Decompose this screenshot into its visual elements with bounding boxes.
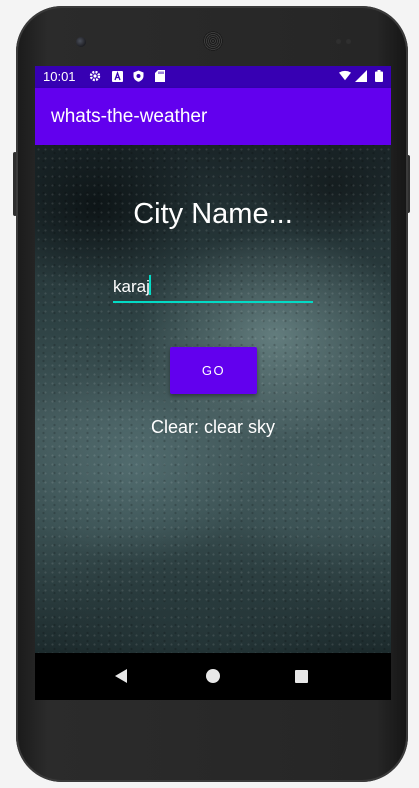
text-cursor: [149, 275, 151, 295]
weather-background: City Name... GO Clear: clear sky: [35, 145, 391, 653]
app-bar: whats-the-weather: [35, 88, 391, 145]
proximity-sensor-icon: [336, 39, 341, 44]
earpiece-speaker-icon: [203, 31, 223, 51]
go-button[interactable]: GO: [170, 347, 257, 394]
light-sensor-icon: [346, 39, 351, 44]
home-icon[interactable]: [206, 669, 220, 683]
emulator-frame: 10:01 whats-the-weather City Name... kar…: [0, 0, 419, 788]
sd-card-icon: [154, 70, 166, 82]
city-input[interactable]: [113, 275, 313, 303]
recents-icon[interactable]: [295, 670, 308, 683]
navigation-bar: [35, 653, 391, 700]
signal-icon: [355, 70, 367, 82]
a-icon: [111, 70, 123, 82]
phone-screen: 10:01 whats-the-weather City Name... kar…: [35, 66, 391, 700]
battery-icon: [373, 70, 385, 82]
wifi-icon: [339, 70, 351, 82]
status-time: 10:01: [43, 69, 76, 84]
shield-icon: [132, 70, 144, 82]
front-camera-icon: [76, 37, 86, 47]
city-name-heading: City Name...: [133, 198, 293, 230]
gear-icon: [89, 70, 101, 82]
app-title: whats-the-weather: [51, 106, 208, 127]
back-icon[interactable]: [115, 669, 127, 683]
weather-result-text: Clear: clear sky: [150, 417, 276, 437]
status-bar: 10:01: [35, 66, 391, 88]
